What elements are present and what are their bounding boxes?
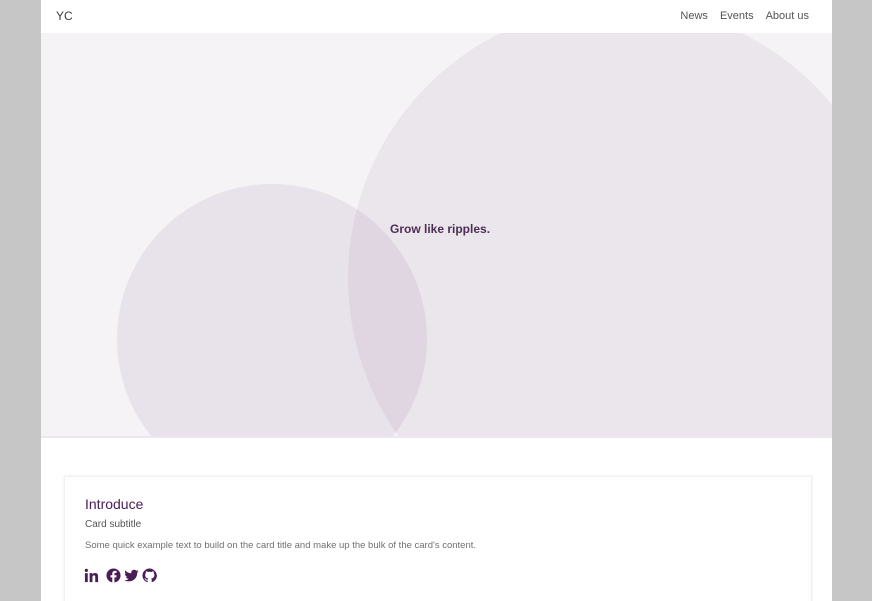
linkedin-icon[interactable] xyxy=(84,568,99,583)
nav-links: News Events About us xyxy=(668,10,809,22)
intro-card: Introduce Card subtitle Some quick examp… xyxy=(64,476,812,601)
card-title: Introduce xyxy=(85,496,144,512)
nav-link-news[interactable]: News xyxy=(680,10,708,22)
card-text: Some quick example text to build on the … xyxy=(85,540,477,551)
facebook-icon[interactable] xyxy=(106,568,121,583)
card-subtitle: Card subtitle xyxy=(85,519,142,530)
twitter-icon[interactable] xyxy=(124,568,139,583)
page: YC News Events About us Grow like ripple… xyxy=(41,0,832,601)
social-links xyxy=(84,568,160,583)
nav-link-about-us[interactable]: About us xyxy=(766,10,809,22)
github-icon[interactable] xyxy=(142,568,157,583)
brand-logo[interactable]: YC xyxy=(56,9,73,23)
hero-section: Grow like ripples. xyxy=(41,33,832,438)
nav-link-events[interactable]: Events xyxy=(720,10,754,22)
hero-tagline: Grow like ripples. xyxy=(390,222,491,236)
navbar: YC News Events About us xyxy=(41,0,832,33)
